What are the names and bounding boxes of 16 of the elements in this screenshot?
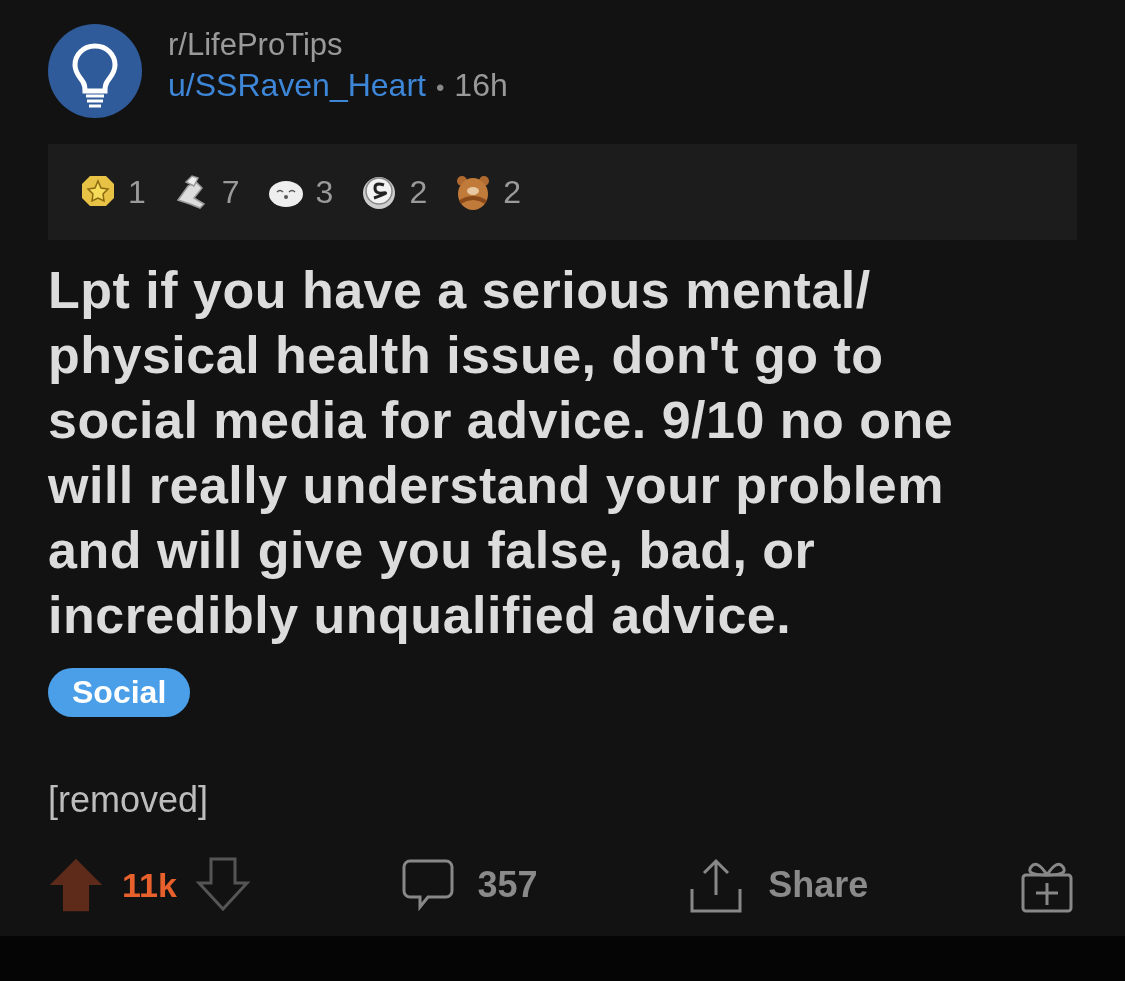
award-count: 2 <box>503 173 521 211</box>
post-body: [removed] <box>48 779 210 821</box>
vote-score: 11k <box>122 865 177 905</box>
award-count: 2 <box>409 173 428 211</box>
award-count: 3 <box>315 173 334 211</box>
post-title: Lpt if you have a serious mental/ physical health issue, don't go to social media for advice. 9/10 no one will really understand your problem and will give you false, bad, or incredibly unqualified advice. <box>48 260 955 646</box>
comment-count: 357 <box>477 864 538 906</box>
share-button[interactable]: Share <box>768 864 869 906</box>
award-count: 7 <box>221 173 240 211</box>
separator-dot: • <box>435 73 445 102</box>
subreddit-avatar-icon <box>48 24 142 118</box>
post-age: 16h <box>454 66 508 104</box>
subreddit-link[interactable]: r/LifeProTips <box>168 26 508 63</box>
award-count: 1 <box>128 173 146 211</box>
author-link[interactable]: u/SSRaven_Heart <box>168 66 426 104</box>
flair-tag[interactable]: Social <box>48 668 191 717</box>
